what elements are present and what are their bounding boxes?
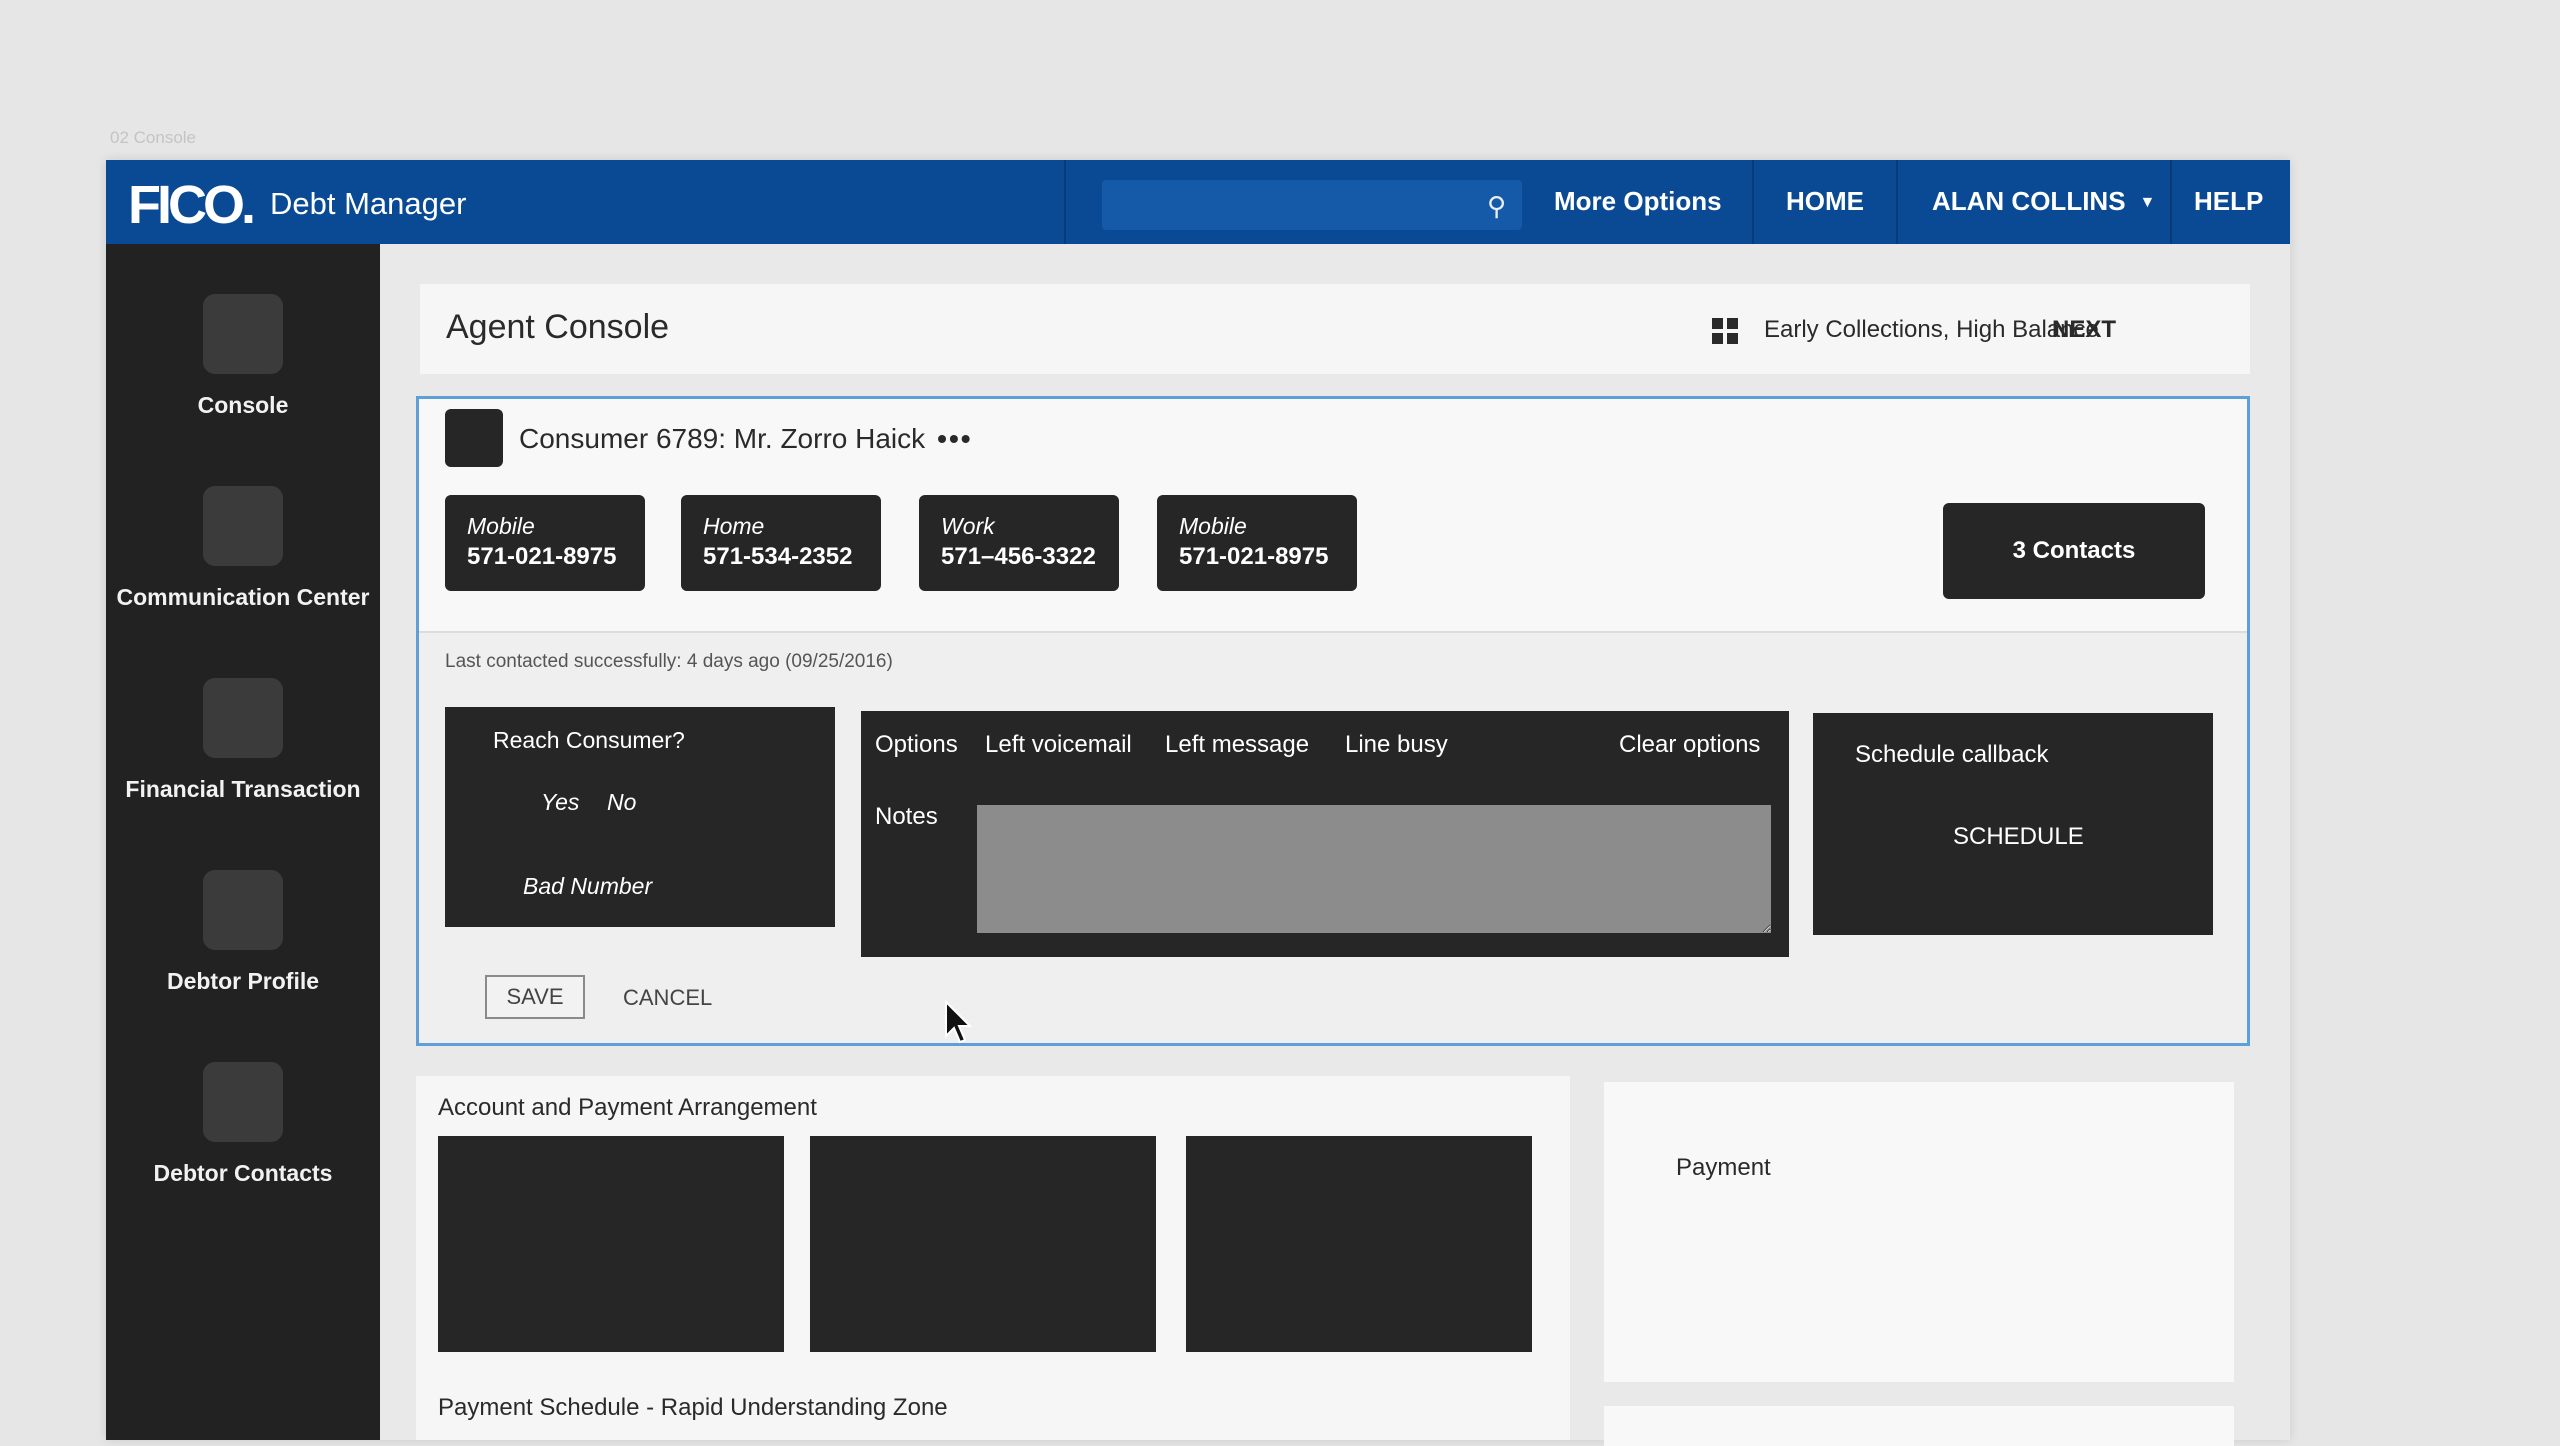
- cancel-button[interactable]: CANCEL: [623, 985, 712, 1011]
- reach-consumer-title: Reach Consumer?: [493, 727, 685, 753]
- more-icon[interactable]: •••: [937, 423, 972, 454]
- left-voicemail-option[interactable]: Left voicemail: [985, 731, 1132, 759]
- line-busy-option[interactable]: Line busy: [1345, 731, 1448, 759]
- sidebar-item-communication-center[interactable]: Communication Center: [106, 486, 380, 611]
- debtor-profile-icon: [203, 870, 283, 950]
- app-window: FICO. Debt Manager ⚲ More Options HOME A…: [106, 160, 2290, 1446]
- sidebar-item-label: Console: [197, 392, 289, 418]
- top-divider: [1752, 160, 1754, 244]
- phone-number: 571-534-2352: [703, 543, 853, 570]
- schedule-button[interactable]: SCHEDULE: [1953, 823, 2084, 851]
- phone-number: 571-021-8975: [1179, 543, 1329, 570]
- avatar: [445, 409, 503, 467]
- account-panel-title: Account and Payment Arrangement: [438, 1094, 817, 1121]
- payment-schedule-title: Payment Schedule - Rapid Understanding Z…: [438, 1394, 948, 1421]
- phone-type: Home: [703, 513, 765, 539]
- app-name: Debt Manager: [270, 186, 467, 221]
- user-name: ALAN COLLINS: [1932, 186, 2126, 216]
- fico-logo[interactable]: FICO.: [128, 174, 256, 236]
- user-menu[interactable]: ALAN COLLINS ▼: [1932, 186, 2155, 217]
- phone-type: Mobile: [467, 513, 535, 539]
- reach-consumer-box: Reach Consumer? Yes No Bad Number: [445, 707, 835, 927]
- sidebar-item-label: Communication Center: [116, 584, 370, 610]
- phone-number: 571–456-3322: [941, 543, 1096, 570]
- main-content: Agent Console Early Collections, High Ba…: [380, 244, 2290, 1446]
- phone-type: Work: [941, 513, 995, 539]
- help-button[interactable]: HELP: [2194, 186, 2263, 217]
- schedule-callback-title: Schedule callback: [1855, 741, 2049, 768]
- left-message-option[interactable]: Left message: [1165, 731, 1309, 759]
- communication-center-icon: [203, 486, 283, 566]
- sidebar-item-label: Financial Transaction: [125, 776, 361, 802]
- options-label: Options: [875, 731, 958, 758]
- page-title: Agent Console: [446, 308, 670, 346]
- debtor-contacts-icon: [203, 1062, 283, 1142]
- search-icon[interactable]: ⚲: [1487, 191, 1506, 222]
- clear-options-button[interactable]: Clear options: [1619, 731, 1760, 759]
- phone-button-work[interactable]: Work 571–456-3322: [919, 495, 1119, 591]
- notes-label: Notes: [875, 803, 938, 830]
- sidebar-item-debtor-contacts[interactable]: Debtor Contacts: [106, 1062, 380, 1187]
- yes-option[interactable]: Yes: [541, 789, 579, 816]
- phone-button-mobile-2[interactable]: Mobile 571-021-8975: [1157, 495, 1357, 591]
- consumer-summary: Consumer 6789: Mr. Zorro Haick ••• Mobile…: [419, 399, 2247, 633]
- sidebar-item-label: Debtor Profile: [166, 968, 320, 994]
- caret-down-icon: ▼: [2139, 194, 2156, 211]
- payment-panel: Payment: [1604, 1082, 2234, 1382]
- sidebar-item-financial-transaction[interactable]: Financial Transaction: [106, 678, 380, 803]
- account-tile[interactable]: [1186, 1136, 1532, 1352]
- account-payment-panel: Account and Payment Arrangement Payment …: [416, 1076, 1570, 1440]
- communication-panel: [1604, 1406, 2234, 1446]
- account-tile[interactable]: [810, 1136, 1156, 1352]
- top-bar: FICO. Debt Manager ⚲ More Options HOME A…: [106, 160, 2290, 244]
- sidebar-item-console[interactable]: Console: [106, 294, 380, 419]
- more-options-button[interactable]: More Options: [1554, 186, 1722, 217]
- sidebar-item-label: Debtor Contacts: [153, 1160, 333, 1186]
- consumer-panel: Consumer 6789: Mr. Zorro Haick ••• Mobile…: [416, 396, 2250, 1046]
- top-divider: [1064, 160, 1066, 244]
- schedule-callback-box: Schedule callback SCHEDULE: [1813, 713, 2213, 935]
- consumer-name: Consumer 6789: Mr. Zorro Haick •••: [519, 423, 973, 455]
- next-button[interactable]: NEXT: [2052, 316, 2116, 344]
- last-contacted-text: Last contacted successfully: 4 days ago …: [445, 651, 893, 672]
- bad-number-option[interactable]: Bad Number: [523, 873, 652, 900]
- queue-label[interactable]: Early Collections, High Balance: [1764, 316, 2099, 344]
- home-button[interactable]: HOME: [1786, 186, 1864, 217]
- grid-icon[interactable]: [1712, 318, 1738, 344]
- contacts-button[interactable]: 3 Contacts: [1943, 503, 2205, 599]
- mouse-cursor-icon: [945, 1000, 973, 1044]
- account-tile[interactable]: [438, 1136, 784, 1352]
- sidebar-item-debtor-profile[interactable]: Debtor Profile: [106, 870, 380, 995]
- notes-field[interactable]: [977, 805, 1771, 933]
- phone-type: Mobile: [1179, 513, 1247, 539]
- consumer-name-text: Consumer 6789: Mr. Zorro Haick: [519, 423, 926, 454]
- call-options-box: Options Left voicemail Left message Line…: [861, 711, 1789, 957]
- phone-number: 571-021-8975: [467, 543, 617, 570]
- top-divider: [1896, 160, 1898, 244]
- phone-button-home[interactable]: Home 571-534-2352: [681, 495, 881, 591]
- console-icon: [203, 294, 283, 374]
- financial-transaction-icon: [203, 678, 283, 758]
- top-divider: [2170, 160, 2172, 244]
- no-option[interactable]: No: [607, 789, 636, 816]
- phone-button-mobile[interactable]: Mobile 571-021-8975: [445, 495, 645, 591]
- search-input[interactable]: ⚲: [1102, 180, 1522, 230]
- save-button[interactable]: SAVE: [485, 975, 585, 1019]
- sidebar: Console Communication Center Financial T…: [106, 244, 380, 1440]
- payment-title: Payment: [1676, 1154, 1771, 1181]
- page-caption: 02 Console: [110, 128, 197, 147]
- console-header: Agent Console Early Collections, High Ba…: [420, 284, 2250, 374]
